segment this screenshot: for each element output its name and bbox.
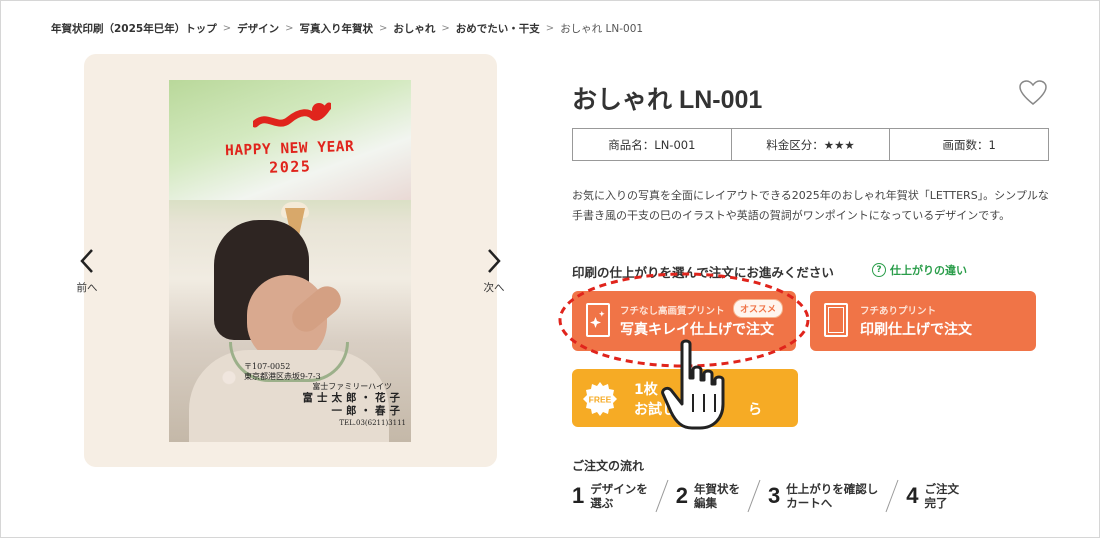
- product-title: おしゃれ LN-001: [572, 86, 763, 114]
- order-flow-title: ご注文の流れ: [572, 459, 645, 473]
- flow-step-text: 仕上がりを確認し カートへ: [786, 482, 879, 510]
- breadcrumb: 年賀状印刷（2025年巳年）トップ > デザイン > 写真入り年賀状 > おしゃ…: [51, 20, 643, 36]
- heart-icon[interactable]: [1019, 80, 1047, 106]
- flow-step-number: 1: [572, 483, 585, 508]
- recommended-badge: オススメ: [733, 299, 784, 318]
- card-address-line2: 富士ファミリーハイツ: [312, 382, 392, 391]
- snake-illustration-icon: [253, 102, 331, 128]
- breadcrumb-item-design[interactable]: デザイン: [237, 21, 279, 36]
- chevron-left-icon: [80, 249, 93, 273]
- order-prompt: 印刷の仕上がりを選んで注文にお進みください: [572, 265, 834, 280]
- flow-step-4: 4 ご注文 完了: [906, 482, 959, 510]
- question-icon: ?: [872, 263, 886, 277]
- borderless-print-icon: [586, 303, 610, 337]
- flow-step-text: ご注文 完了: [924, 482, 960, 510]
- bordered-main-label: 印刷仕上げで注文: [860, 322, 972, 338]
- card-zip: 〒107-0052: [244, 362, 291, 371]
- flow-step-number: 3: [768, 483, 781, 508]
- free-line2b: ら: [748, 402, 762, 418]
- breadcrumb-separator-icon: >: [222, 22, 232, 34]
- breadcrumb-item-photo[interactable]: 写真入り年賀状: [300, 21, 374, 36]
- breadcrumb-separator-icon: >: [441, 22, 450, 34]
- order-flow: 1 デザインを 選ぶ 2 年賀状を 編集 3 仕上がりを確認し カートへ 4 ご…: [572, 478, 959, 514]
- spec-table: 商品名：LN-001 料金区分：★★★ 画面数：1: [572, 128, 1049, 161]
- next-label: 次へ: [483, 282, 505, 294]
- breadcrumb-separator-icon: >: [545, 22, 555, 34]
- flow-step-number: 4: [906, 483, 919, 508]
- borderless-sub-label: フチなし高画質プリント: [620, 306, 725, 317]
- card-year: 2025: [268, 157, 312, 177]
- borderless-main-label: 写真キレイ仕上げで注文: [620, 322, 774, 338]
- bordered-print-icon: [824, 303, 848, 337]
- flow-step-number: 2: [675, 483, 688, 508]
- chevron-right-icon: [488, 249, 501, 273]
- card-address-line1: 東京都港区赤坂9-7-3: [244, 372, 321, 381]
- free-badge-text: FREE: [589, 395, 612, 405]
- card-address-block: 〒107-0052 東京都港区赤坂9-7-3 富士ファミリーハイツ 富士太郎・花…: [244, 362, 406, 428]
- breadcrumb-item-top[interactable]: 年賀状印刷（2025年巳年）トップ: [51, 21, 217, 36]
- card-tel: TEL.03(6211)3111: [339, 419, 406, 427]
- prev-button[interactable]: 前へ: [73, 248, 101, 295]
- spec-faces: 画面数：1: [942, 137, 996, 152]
- finish-difference-link[interactable]: ? 仕上がりの違い: [872, 262, 967, 278]
- flow-divider-icon: [747, 479, 761, 513]
- order-borderless-button[interactable]: フチなし高画質プリント オススメ 写真キレイ仕上げで注文: [572, 291, 796, 351]
- next-button[interactable]: 次へ: [480, 248, 508, 295]
- flow-step-text: デザインを 選ぶ: [590, 482, 648, 510]
- breadcrumb-item-zodiac[interactable]: おめでたい・干支: [456, 21, 540, 36]
- flow-step-1: 1 デザインを 選ぶ: [572, 482, 648, 510]
- flow-divider-icon: [655, 479, 669, 513]
- card-name-line2: 一郎・春子: [331, 405, 404, 417]
- flow-step-2: 2 年賀状を 編集: [676, 482, 740, 510]
- card-greeting-text: HAPPY NEW YEAR: [224, 138, 355, 160]
- card-name-line1: 富士太郎・花子: [302, 392, 404, 404]
- product-description: お気に入りの写真を全面にレイアウトできる2025年のおしゃれ年賀状「LETTER…: [572, 189, 1049, 222]
- spec-product-name: 商品名：LN-001: [573, 129, 732, 160]
- free-line2a: お試し: [634, 402, 676, 418]
- free-trial-button[interactable]: FREE 1枚 お試し ら: [572, 369, 798, 427]
- bordered-sub-label: フチありプリント: [860, 306, 937, 317]
- flow-step-text: 年賀状を 編集: [694, 482, 740, 510]
- finish-difference-label: 仕上がりの違い: [890, 264, 967, 277]
- breadcrumb-item-current: おしゃれ LN-001: [560, 22, 644, 35]
- spec-price-class: 料金区分：★★★: [732, 129, 891, 160]
- breadcrumb-separator-icon: >: [379, 22, 388, 34]
- flow-divider-icon: [885, 479, 899, 513]
- free-line1: 1枚: [634, 382, 658, 398]
- prev-label: 前へ: [76, 282, 98, 294]
- breadcrumb-item-stylish[interactable]: おしゃれ: [393, 21, 435, 36]
- breadcrumb-separator-icon: >: [285, 22, 294, 34]
- free-badge-icon: FREE: [583, 382, 617, 416]
- order-bordered-button[interactable]: フチありプリント 印刷仕上げで注文: [810, 291, 1036, 351]
- flow-step-3: 3 仕上がりを確認し カートへ: [768, 482, 878, 510]
- card-greeting: HAPPY NEW YEAR 2025: [213, 137, 366, 179]
